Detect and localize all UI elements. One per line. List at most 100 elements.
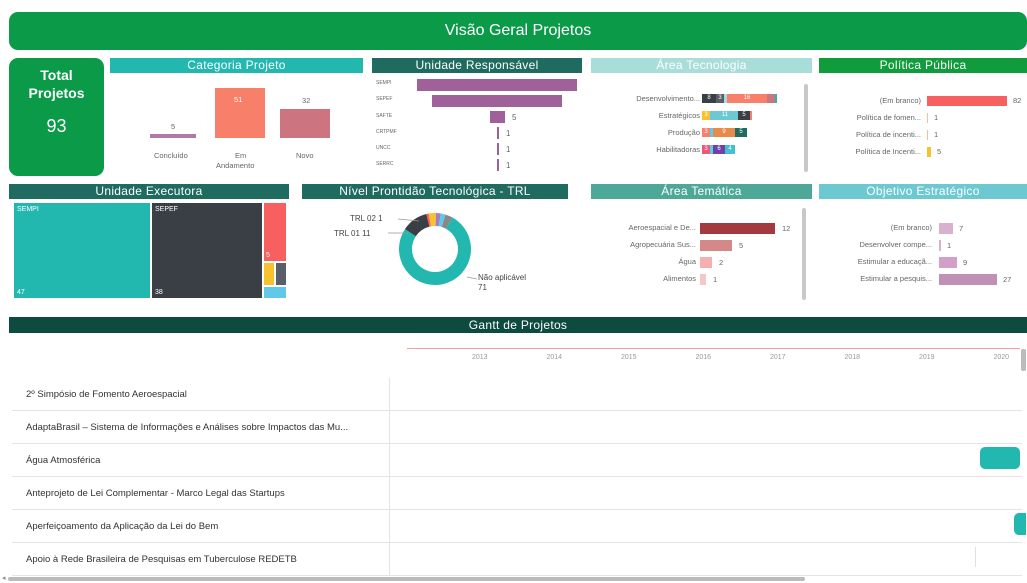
treemap-cell-sepef[interactable]: SEPEF 38	[152, 203, 262, 298]
gantt-title: Gantt de Projetos	[9, 317, 1027, 333]
treemap-cell-other[interactable]: 5	[264, 203, 286, 261]
gantt-project-name: AdaptaBrasil – Sistema de Informações e …	[26, 422, 349, 433]
area-tematica-label: Aeroespacial e De...	[628, 223, 696, 232]
area-tematica-bar[interactable]	[700, 274, 706, 285]
ur-bar-4[interactable]	[497, 143, 499, 155]
ur-label-5: SERRC	[376, 161, 394, 167]
treemap-cell-gray[interactable]	[276, 263, 286, 285]
gantt-bar-apoio-marker	[975, 547, 976, 567]
ur-bar-2[interactable]	[490, 111, 505, 123]
area-tecnologia-segment[interactable]: 8	[702, 94, 716, 103]
categoria-bar-value-em-andamento: 51	[234, 95, 243, 104]
ur-label-2: SAFTE	[376, 113, 393, 119]
area-tecnologia-chart[interactable]: Desenvolvimento... 8 3 16 Estratégicos 3 11 5 Pr…	[591, 76, 812, 176]
treemap-cell-yellow[interactable]	[264, 263, 274, 285]
categoria-bar-novo[interactable]	[280, 109, 330, 138]
gantt-project-name: Água Atmosférica	[26, 455, 101, 466]
treemap-sempi-name: SEMPI	[17, 206, 39, 213]
objetivo-estrategico-chart[interactable]: (Em branco) 7 Desenvolver compe... 1 Estimul…	[819, 203, 1027, 298]
ur-bar-0[interactable]	[417, 79, 577, 91]
area-tecnologia-segment[interactable]: 5	[738, 111, 750, 120]
area-tematica-bar[interactable]	[700, 257, 712, 268]
area-tecnologia-segment[interactable]: 5	[735, 128, 747, 137]
gantt-year-label: 2019	[919, 354, 935, 361]
politica-publica-label: Política de incenti...	[855, 130, 921, 139]
gantt-column-divider	[389, 444, 390, 477]
area-tecnologia-segment[interactable]: 6	[713, 145, 725, 154]
gantt-row[interactable]: Água Atmosférica	[12, 444, 1022, 477]
area-tematica-value: 12	[782, 224, 791, 233]
gantt-year-label: 2020	[993, 354, 1010, 361]
area-tematica-label: Água	[678, 257, 696, 266]
area-tematica-title: Área Temática	[591, 184, 812, 199]
area-tematica-chart[interactable]: Aeroespacial e De... 12 Agropecuária Sus..…	[591, 203, 812, 300]
trl-label-na-line2: 71	[478, 283, 487, 292]
objetivo-estrategico-bar[interactable]	[939, 223, 953, 234]
area-tematica-bar[interactable]	[700, 240, 732, 251]
area-tecnologia-segment[interactable]	[767, 94, 775, 103]
categoria-bar-concluido[interactable]	[150, 134, 196, 138]
gantt-project-name: Aperfeiçoamento da Aplicação da Lei do B…	[26, 521, 219, 532]
treemap-sepef-name: SEPEF	[155, 206, 178, 213]
area-tematica-scrollbar[interactable]	[802, 208, 806, 300]
gantt-horizontal-scrollbar[interactable]	[8, 577, 805, 581]
area-tecnologia-scrollbar[interactable]	[804, 84, 808, 172]
politica-publica-value: 5	[937, 147, 942, 156]
objetivo-estrategico-bar[interactable]	[939, 240, 941, 251]
scroll-left-arrow-icon[interactable]: ◂	[2, 574, 6, 582]
ur-label-4: UNCC	[376, 145, 391, 151]
gantt-row[interactable]: AdaptaBrasil – Sistema de Informações e …	[12, 411, 1022, 444]
treemap-cell-sempi[interactable]: SEMPI 47	[14, 203, 150, 298]
ur-bar-1[interactable]	[432, 95, 562, 107]
trl-chart[interactable]: TRL 02 1 TRL 01 11 Não aplicável 71	[302, 203, 568, 298]
ur-bar-3[interactable]	[497, 127, 499, 139]
area-tecnologia-segment[interactable]: 16	[727, 94, 767, 103]
politica-publica-bar[interactable]	[927, 130, 928, 140]
categoria-chart[interactable]: 5 Concluído 51 Em Andamento 32 Novo	[110, 76, 363, 176]
area-tecnologia-segment[interactable]: 3	[702, 128, 710, 137]
area-tecnologia-segment[interactable]	[775, 94, 777, 103]
politica-publica-bar[interactable]	[927, 147, 931, 157]
area-tematica-label: Agropecuária Sus...	[630, 240, 696, 249]
politica-publica-value: 1	[934, 113, 939, 122]
ur-label-3: CRTPMF	[376, 129, 397, 135]
gantt-year-label: 2016	[695, 354, 712, 361]
page-title: Visão Geral Projetos	[9, 12, 1027, 50]
kpi-label-line2: Projetos	[28, 85, 85, 101]
gantt-column-divider	[389, 477, 390, 510]
politica-publica-title: Política Pública	[819, 58, 1027, 73]
area-tecnologia-segment[interactable]: 4	[725, 145, 735, 154]
politica-publica-chart[interactable]: (Em branco) 82 Política de fomen... 1 Políti…	[819, 76, 1027, 176]
gantt-row[interactable]: Apoio à Rede Brasileira de Pesquisas em …	[12, 543, 1022, 576]
treemap-cell-blue[interactable]	[264, 287, 286, 298]
area-tecnologia-segment[interactable]: 9	[713, 128, 735, 137]
ur-value-2: 5	[512, 113, 517, 122]
gantt-row[interactable]: Anteprojeto de Lei Complementar - Marco …	[12, 477, 1022, 510]
gantt-row[interactable]: 2º Simpósio de Fomento Aeroespacial	[12, 378, 1022, 411]
treemap-sepef-value: 38	[155, 289, 163, 296]
gantt-column-divider	[389, 543, 390, 576]
unidade-responsavel-chart[interactable]: SEMPI SEPEF SAFTE 5 CRTPMF 1 UNCC 1 SERR…	[372, 76, 582, 176]
area-tecnologia-segment[interactable]: 11	[712, 111, 738, 120]
ur-bar-5[interactable]	[497, 159, 499, 171]
gantt-bar-agua-atmosferica[interactable]	[980, 447, 1020, 469]
area-tematica-bar[interactable]	[700, 223, 775, 234]
unidade-executora-treemap[interactable]: SEMPI 47 SEPEF 38 5	[14, 203, 286, 298]
gantt-column-divider	[389, 510, 390, 543]
trl-leader-na	[466, 276, 478, 280]
gantt-year-label: 2017	[770, 354, 786, 361]
area-tecnologia-segment[interactable]: 3	[716, 94, 724, 103]
politica-publica-bar[interactable]	[927, 113, 928, 123]
politica-publica-bar[interactable]	[927, 96, 1007, 106]
area-tecnologia-segment[interactable]: 3	[702, 145, 710, 154]
objetivo-estrategico-value: 7	[959, 224, 964, 233]
gantt-bar-aperfeicoamento[interactable]	[1014, 513, 1026, 535]
objetivo-estrategico-label: Estimular a educaçã...	[857, 257, 932, 266]
area-tecnologia-segment[interactable]: 3	[702, 111, 710, 120]
objetivo-estrategico-bar[interactable]	[939, 274, 997, 285]
gantt-vertical-scrollbar[interactable]	[1021, 349, 1026, 371]
area-tecnologia-segment[interactable]	[750, 111, 752, 120]
objetivo-estrategico-bar[interactable]	[939, 257, 957, 268]
objetivo-estrategico-label: Estimular a pesquis...	[860, 274, 932, 283]
gantt-row[interactable]: Aperfeiçoamento da Aplicação da Lei do B…	[12, 510, 1022, 543]
